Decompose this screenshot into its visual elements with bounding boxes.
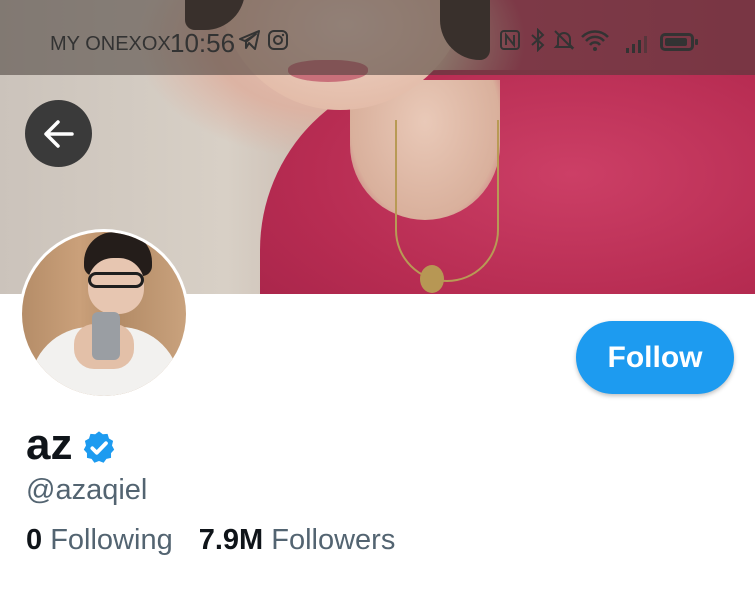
verified-badge-icon	[83, 431, 115, 463]
carrier-name: MY ONEXOX	[50, 33, 171, 55]
arrow-left-icon	[43, 119, 74, 148]
avatar-glasses	[88, 272, 144, 288]
profile-stats: 0 Following 7.9M Followers	[26, 524, 395, 557]
banner-pendant	[420, 265, 444, 293]
avatar[interactable]	[19, 229, 189, 399]
following-link[interactable]: 0 Following	[26, 524, 173, 556]
nfc-icon	[498, 28, 522, 58]
user-handle: @azaqiel	[26, 474, 148, 506]
status-time: 10:56	[170, 28, 236, 58]
back-button[interactable]	[25, 100, 92, 167]
status-bar: MY ONEXOX 10:56	[0, 0, 755, 75]
mute-bell-icon	[552, 28, 576, 58]
following-count: 0	[26, 524, 43, 556]
bluetooth-icon	[527, 27, 549, 58]
avatar-photo	[22, 232, 186, 396]
avatar-phone	[92, 312, 120, 360]
instagram-icon	[266, 28, 290, 58]
display-name: az	[26, 420, 73, 469]
follow-button[interactable]: Follow	[576, 321, 734, 394]
banner-necklace	[395, 120, 499, 282]
wifi-icon	[580, 28, 610, 58]
followers-count: 7.9M	[198, 524, 264, 556]
followers-link[interactable]: 7.9M Followers	[199, 524, 396, 556]
battery-icon	[660, 33, 698, 51]
signal-icon	[626, 33, 652, 53]
followers-label: Followers	[271, 524, 396, 556]
following-label: Following	[50, 524, 173, 556]
telegram-icon	[238, 28, 262, 58]
